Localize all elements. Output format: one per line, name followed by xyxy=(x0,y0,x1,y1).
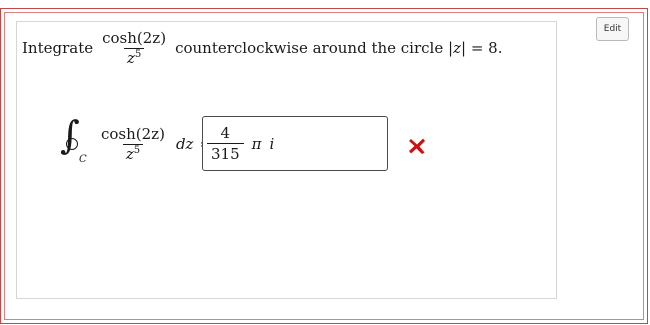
differential: dz xyxy=(175,135,194,153)
prompt-value: 8. xyxy=(488,39,503,57)
pi-symbol: π xyxy=(251,134,262,153)
prompt-fraction-numerator: cosh(2z) xyxy=(102,28,167,47)
prompt-fraction-denominator: z5 xyxy=(123,47,145,67)
contour-integral-icon: ∫ C xyxy=(60,113,87,165)
abs-close: | xyxy=(460,39,467,57)
prompt-denominator-exponent: 5 xyxy=(134,48,142,60)
answer-fraction: 4 315 xyxy=(207,123,244,162)
prompt-denominator-base: z xyxy=(126,48,135,67)
prompt-verb: Integrate xyxy=(22,39,94,57)
edit-button[interactable]: Edit xyxy=(596,17,629,41)
integrand-denominator-base: z xyxy=(125,144,134,163)
integrand-numerator: cosh(2z) xyxy=(101,124,165,143)
prompt-fraction: cosh(2z) z5 xyxy=(99,28,169,67)
question-prompt: Integrate cosh(2z) z5 counterclockwise a… xyxy=(22,26,502,70)
answer-denominator: 315 xyxy=(207,142,244,162)
integrand-denominator: z5 xyxy=(122,143,144,163)
answer-numerator: 4 xyxy=(220,123,231,142)
integrand-fraction: cosh(2z) z5 xyxy=(98,124,168,163)
integrand-denominator-exponent: 5 xyxy=(133,144,141,156)
answer-expression: ∫ C cosh(2z) z5 dz = xyxy=(60,116,218,172)
answer-input[interactable]: 4 315 π i xyxy=(202,116,388,171)
prompt-tail-text: counterclockwise around the circle xyxy=(175,39,444,57)
contour-label: C xyxy=(79,154,87,165)
imaginary-unit: i xyxy=(269,134,275,153)
prompt-equals: = xyxy=(470,39,484,57)
abs-variable: z xyxy=(453,39,461,57)
cross-icon xyxy=(409,138,425,154)
